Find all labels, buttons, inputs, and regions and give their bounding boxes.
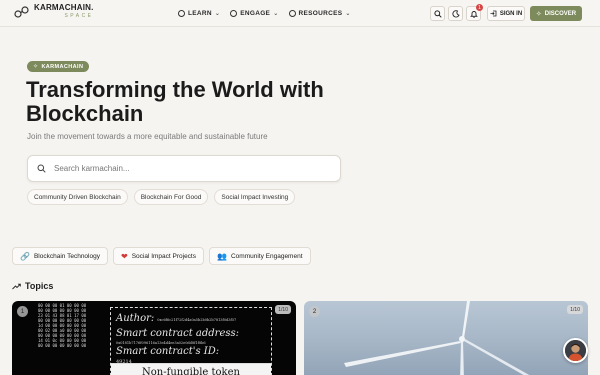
nav-engage[interactable]: ENGAGE ⌄ xyxy=(230,10,278,17)
hero-tag-label: KARMACHAIN xyxy=(41,63,84,70)
search-icon xyxy=(433,9,442,18)
card-count: 1/10 xyxy=(275,305,291,314)
compass-icon xyxy=(178,10,185,17)
compass-icon xyxy=(288,10,296,17)
topic-card-2[interactable]: 2 1/10 xyxy=(304,301,588,375)
moon-icon xyxy=(451,9,460,17)
nft-id-label: Smart contract's ID: xyxy=(116,346,220,357)
wind-turbine-image xyxy=(344,301,530,375)
search-button[interactable] xyxy=(430,6,445,21)
chain-link-icon: 🔗 xyxy=(20,251,30,261)
category-blockchain-technology[interactable]: 🔗 Blockchain Technology xyxy=(12,247,108,265)
chevron-down-icon: ⌄ xyxy=(273,11,279,17)
main-nav: LEARN ⌄ ENGAGE ⌄ RESOURCES ⌄ xyxy=(178,0,351,27)
avatar-icon xyxy=(565,340,586,361)
topics-title: Topics xyxy=(25,281,54,291)
discover-button[interactable]: ✧ DISCOVER xyxy=(530,6,582,21)
user-avatar[interactable] xyxy=(563,338,588,363)
search-icon xyxy=(37,164,46,173)
hero-subhead: Join the movement towards a more equitab… xyxy=(27,132,268,141)
theme-toggle-button[interactable] xyxy=(448,6,463,21)
login-icon xyxy=(490,10,497,17)
nav-resources-label: RESOURCES xyxy=(298,10,343,17)
trending-up-icon xyxy=(12,283,21,289)
compass-icon xyxy=(230,10,238,17)
hero-headline: Transforming the World with Blockchain xyxy=(26,77,324,126)
nft-author-value: 0xc6f6c21f72f2d4a0a5b2b0b2b7813f0d3f57 xyxy=(157,318,237,322)
topic-card-1[interactable]: 00 00 00 01 00 00 00 00 00 00 00 00 00 0… xyxy=(12,301,296,375)
card-count: 1/10 xyxy=(567,305,583,314)
nav-engage-label: ENGAGE xyxy=(240,10,271,17)
hex-pattern: 00 00 00 01 00 00 00 00 00 00 00 00 00 0… xyxy=(38,303,87,348)
chip-community-driven[interactable]: Community Driven Blockchain xyxy=(27,189,128,205)
category-label: Social Impact Projects xyxy=(131,252,196,260)
chip-social-impact-investing[interactable]: Social Impact Investing xyxy=(214,189,296,205)
search-bar[interactable] xyxy=(27,155,341,182)
card-number: 2 xyxy=(309,306,320,317)
top-navbar: KARMACHAIN. SPACE LEARN ⌄ ENGAGE ⌄ RESOU… xyxy=(0,0,600,27)
category-label: Blockchain Technology xyxy=(33,252,100,260)
hero-tag: ✧ KARMACHAIN xyxy=(27,61,90,72)
logo[interactable]: KARMACHAIN. SPACE xyxy=(14,4,94,19)
card-number: 1 xyxy=(17,306,28,317)
topics-heading: Topics xyxy=(12,281,53,291)
category-social-impact-projects[interactable]: ❤ Social Impact Projects xyxy=(112,247,204,265)
category-label: Community Engagement xyxy=(230,252,303,260)
suggestion-chips: Community Driven Blockchain Blockchain F… xyxy=(27,189,296,205)
notification-badge: 1 xyxy=(476,4,483,11)
nft-contract-label: Smart contract address: xyxy=(116,328,239,339)
sign-in-label: SIGN IN xyxy=(499,10,523,17)
nft-certificate: Author: 0xc6f6c21f72f2d4a0a5b2b0b2b7813f0… xyxy=(110,307,272,375)
discover-label: DISCOVER xyxy=(544,10,577,17)
chevron-down-icon: ⌄ xyxy=(214,11,221,17)
nav-resources[interactable]: RESOURCES ⌄ xyxy=(288,10,351,17)
logo-icon xyxy=(14,5,29,18)
bell-icon xyxy=(469,10,478,18)
chip-blockchain-for-good[interactable]: Blockchain For Good xyxy=(133,189,209,205)
heart-icon: ❤ xyxy=(120,251,128,261)
nav-learn[interactable]: LEARN ⌄ xyxy=(178,10,220,17)
sparkle-icon: ✧ xyxy=(33,64,39,70)
logo-sub-text: SPACE xyxy=(64,13,94,19)
sparkle-icon: ✧ xyxy=(535,10,542,18)
nft-token-label: Non-fungible token xyxy=(111,363,271,375)
people-icon: 👥 xyxy=(217,251,227,261)
chevron-down-icon: ⌄ xyxy=(345,11,351,17)
notifications-button[interactable]: 1 xyxy=(466,4,483,21)
logo-main-text: KARMACHAIN. xyxy=(34,3,94,12)
nav-learn-label: LEARN xyxy=(188,10,212,17)
sign-in-button[interactable]: SIGN IN xyxy=(487,6,525,21)
search-input[interactable] xyxy=(54,164,304,173)
category-community-engagement[interactable]: 👥 Community Engagement xyxy=(209,247,311,265)
nft-author-label: Author: xyxy=(116,313,155,324)
category-buttons: 🔗 Blockchain Technology ❤ Social Impact … xyxy=(12,247,311,265)
